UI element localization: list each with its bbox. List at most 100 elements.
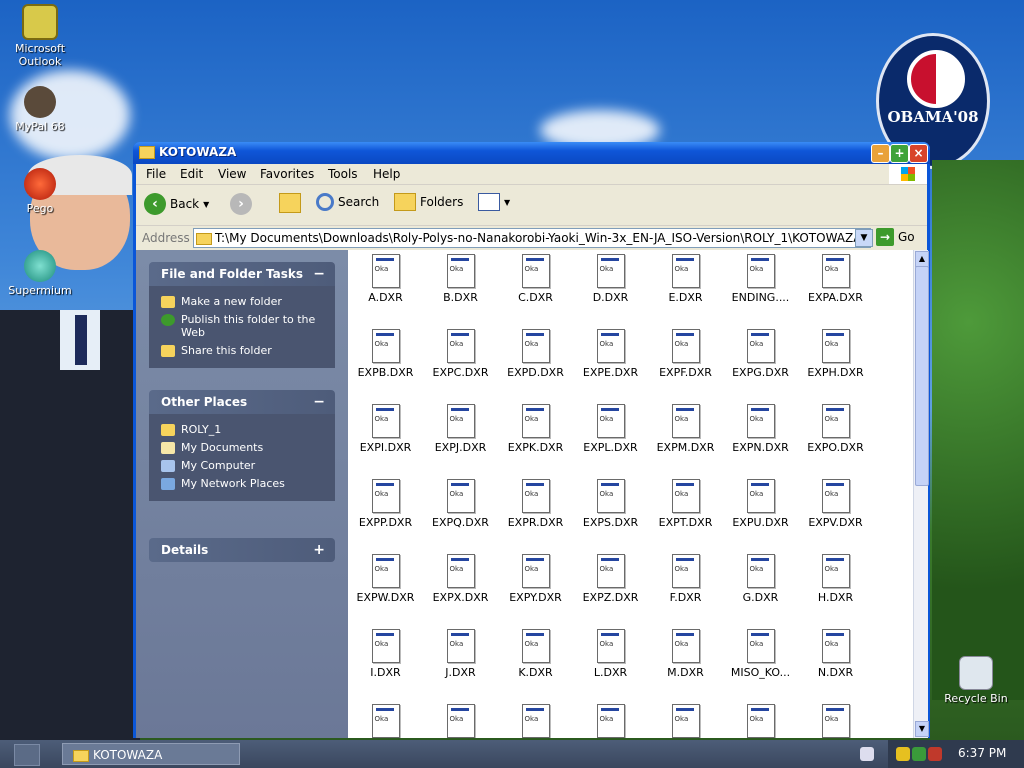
file-item[interactable]: EXPW.DXR: [348, 554, 423, 604]
scroll-down-button[interactable]: ▼: [915, 721, 929, 737]
menu-tools[interactable]: Tools: [328, 167, 358, 181]
folders-button[interactable]: Folders: [394, 193, 463, 211]
up-folder-button[interactable]: [279, 193, 301, 213]
back-button[interactable]: ‹ Back ▼: [144, 193, 209, 215]
expand-icon[interactable]: +: [313, 538, 325, 562]
forward-button[interactable]: ›: [230, 193, 252, 215]
file-item[interactable]: EXPL.DXR: [573, 404, 648, 454]
file-item[interactable]: EXPP.DXR: [348, 479, 423, 529]
security-shield-icon[interactable]: [896, 747, 910, 761]
file-item[interactable]: EXPG.DXR: [723, 329, 798, 379]
file-item[interactable]: C.DXR: [498, 254, 573, 304]
collapse-icon[interactable]: −: [313, 390, 325, 414]
file-item[interactable]: N.DXR: [798, 629, 873, 679]
file-item[interactable]: EXPD.DXR: [498, 329, 573, 379]
network-icon[interactable]: [912, 747, 926, 761]
task-publish-web[interactable]: Publish this folder to the Web: [161, 313, 323, 339]
file-item[interactable]: EXPK.DXR: [498, 404, 573, 454]
file-item[interactable]: EXPQ.DXR: [423, 479, 498, 529]
menu-favorites[interactable]: Favorites: [260, 167, 314, 181]
search-button[interactable]: Search: [316, 193, 379, 211]
minimize-button[interactable]: –: [871, 144, 890, 163]
maximize-button[interactable]: +: [890, 144, 909, 163]
file-item[interactable]: EXPX.DXR: [423, 554, 498, 604]
panel-header[interactable]: File and Folder Tasks −: [149, 262, 335, 286]
file-item[interactable]: J.DXR: [423, 629, 498, 679]
file-name: F.DXR: [669, 591, 702, 604]
collapse-icon[interactable]: −: [313, 262, 325, 286]
file-item[interactable]: F.DXR: [648, 554, 723, 604]
file-item[interactable]: [723, 704, 798, 738]
place-my-documents[interactable]: My Documents: [161, 441, 323, 454]
scroll-up-button[interactable]: ▲: [915, 251, 929, 267]
file-item[interactable]: ENDING....: [723, 254, 798, 304]
vertical-scrollbar[interactable]: ▲ ▼: [913, 250, 929, 738]
address-dropdown-button[interactable]: ▼: [855, 229, 873, 247]
file-item[interactable]: EXPJ.DXR: [423, 404, 498, 454]
volume-icon[interactable]: [928, 747, 942, 761]
file-item[interactable]: EXPS.DXR: [573, 479, 648, 529]
file-item[interactable]: G.DXR: [723, 554, 798, 604]
place-my-network[interactable]: My Network Places: [161, 477, 323, 490]
go-button[interactable]: → Go: [876, 228, 915, 246]
place-my-computer[interactable]: My Computer: [161, 459, 323, 472]
desktop-icon-supermium[interactable]: Supermium: [0, 250, 80, 297]
file-item[interactable]: EXPH.DXR: [798, 329, 873, 379]
file-item[interactable]: MISO_KO...: [723, 629, 798, 679]
file-item[interactable]: EXPU.DXR: [723, 479, 798, 529]
scroll-thumb[interactable]: [915, 266, 929, 486]
up-folder-icon: [279, 193, 301, 213]
file-item[interactable]: A.DXR: [348, 254, 423, 304]
menu-help[interactable]: Help: [373, 167, 400, 181]
file-item[interactable]: EXPB.DXR: [348, 329, 423, 379]
file-item[interactable]: I.DXR: [348, 629, 423, 679]
taskbar-item-kotowaza[interactable]: KOTOWAZA: [62, 743, 240, 765]
place-roly-1[interactable]: ROLY_1: [161, 423, 323, 436]
address-input[interactable]: T:\My Documents\Downloads\Roly-Polys-no-…: [193, 228, 871, 248]
close-button[interactable]: ×: [909, 144, 928, 163]
file-item[interactable]: EXPY.DXR: [498, 554, 573, 604]
file-item[interactable]: M.DXR: [648, 629, 723, 679]
panel-header[interactable]: Details +: [149, 538, 335, 562]
file-item[interactable]: EXPZ.DXR: [573, 554, 648, 604]
file-item[interactable]: [648, 704, 723, 738]
title-bar[interactable]: KOTOWAZA – + ×: [133, 142, 930, 164]
keyboard-icon[interactable]: [860, 747, 874, 761]
file-item[interactable]: EXPC.DXR: [423, 329, 498, 379]
file-item[interactable]: D.DXR: [573, 254, 648, 304]
file-item[interactable]: [798, 704, 873, 738]
task-label: Make a new folder: [181, 295, 282, 308]
menu-file[interactable]: File: [146, 167, 166, 181]
file-item[interactable]: EXPF.DXR: [648, 329, 723, 379]
desktop-icon-recycle-bin[interactable]: Recycle Bin: [936, 656, 1016, 705]
file-item[interactable]: [498, 704, 573, 738]
panel-header[interactable]: Other Places −: [149, 390, 335, 414]
start-button[interactable]: [14, 744, 40, 766]
file-item[interactable]: EXPT.DXR: [648, 479, 723, 529]
file-item[interactable]: EXPV.DXR: [798, 479, 873, 529]
file-item[interactable]: EXPR.DXR: [498, 479, 573, 529]
file-item[interactable]: [423, 704, 498, 738]
file-item[interactable]: EXPM.DXR: [648, 404, 723, 454]
file-item[interactable]: [348, 704, 423, 738]
file-item[interactable]: B.DXR: [423, 254, 498, 304]
file-item[interactable]: L.DXR: [573, 629, 648, 679]
task-share-folder[interactable]: Share this folder: [161, 344, 323, 357]
file-item[interactable]: EXPI.DXR: [348, 404, 423, 454]
menu-edit[interactable]: Edit: [180, 167, 203, 181]
desktop-icon-outlook[interactable]: Microsoft Outlook: [0, 4, 80, 68]
file-item[interactable]: EXPE.DXR: [573, 329, 648, 379]
file-item[interactable]: H.DXR: [798, 554, 873, 604]
file-item[interactable]: EXPN.DXR: [723, 404, 798, 454]
file-item[interactable]: K.DXR: [498, 629, 573, 679]
desktop-icon-mypal[interactable]: MyPal 68: [0, 86, 80, 133]
file-item[interactable]: [573, 704, 648, 738]
file-item[interactable]: EXPO.DXR: [798, 404, 873, 454]
desktop-icon-pego[interactable]: Pego: [0, 168, 80, 215]
file-item[interactable]: EXPA.DXR: [798, 254, 873, 304]
file-item[interactable]: E.DXR: [648, 254, 723, 304]
file-name: B.DXR: [443, 291, 478, 304]
task-new-folder[interactable]: Make a new folder: [161, 295, 323, 308]
menu-view[interactable]: View: [218, 167, 246, 181]
views-button[interactable]: ▼: [478, 193, 510, 211]
